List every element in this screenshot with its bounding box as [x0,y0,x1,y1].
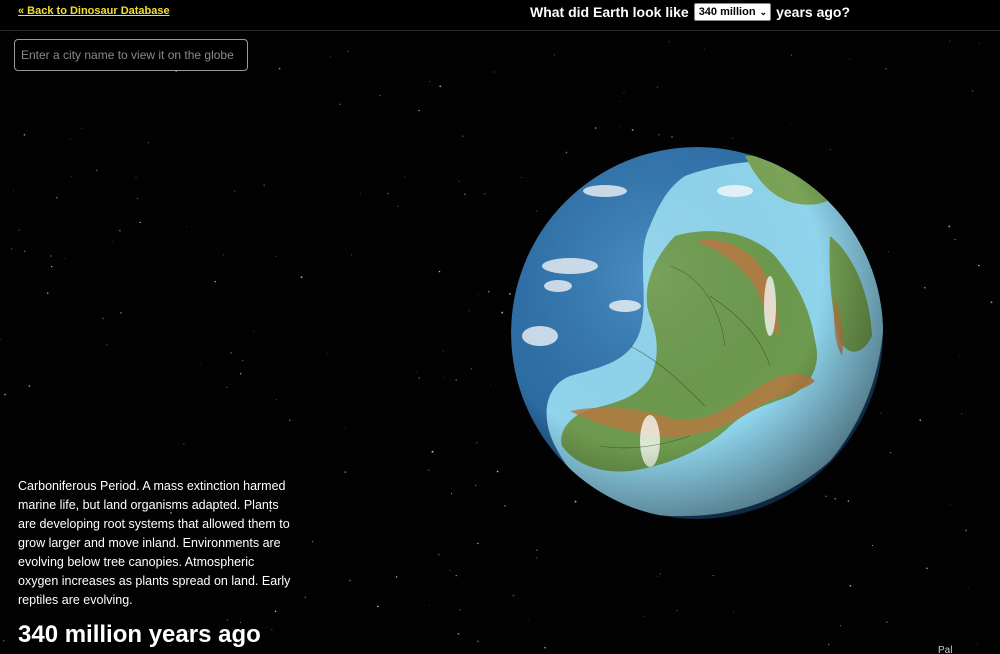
back-to-database-link[interactable]: « Back to Dinosaur Database [18,5,170,17]
years-ago-heading: 340 million years ago [18,621,261,648]
question-prefix: What did Earth look like [530,4,689,20]
top-bar: « Back to Dinosaur Database What did Ear… [0,0,1000,31]
era-question: What did Earth look like 340 million ⌄ y… [530,3,850,21]
paleo-globe[interactable] [510,146,884,520]
corner-caption: Pal [938,645,953,654]
era-select-value: 340 million [698,6,756,18]
era-select[interactable]: 340 million ⌄ [693,3,772,21]
period-description: Carboniferous Period. A mass extinction … [18,478,291,607]
question-suffix: years ago? [776,4,851,20]
chevron-down-icon: ⌄ [759,6,768,17]
app-root: « Back to Dinosaur Database What did Ear… [0,0,1000,654]
city-search-input[interactable] [14,39,248,71]
